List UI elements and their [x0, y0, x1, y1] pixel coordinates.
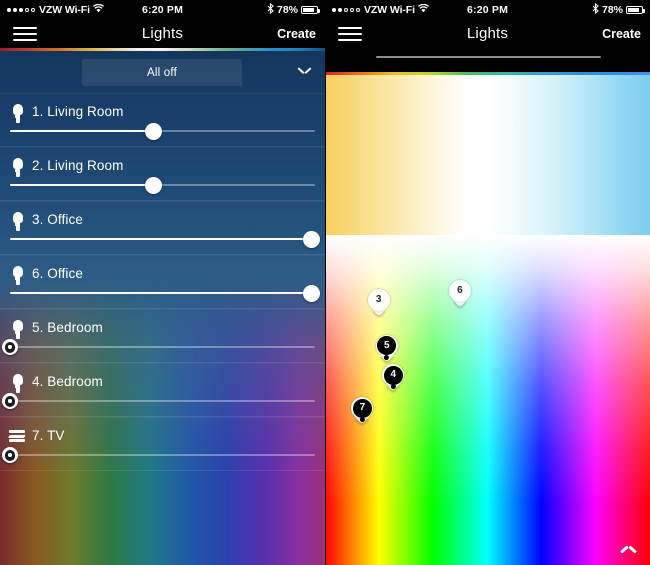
status-bar-right: VZW Wi-Fi 6:20 PM 78% — [325, 0, 650, 20]
light-name-label: 7. TV — [32, 428, 65, 443]
battery-percent-label: 78% — [276, 4, 298, 16]
chevron-down-icon[interactable] — [298, 67, 311, 75]
app-root: VZW Wi-Fi 6:20 PM 78% Lights Create All … — [0, 0, 650, 565]
brightness-slider[interactable] — [10, 230, 321, 248]
marker-label: 5 — [383, 339, 390, 351]
nav-bar-left: Lights Create — [0, 20, 325, 48]
battery-icon — [301, 5, 320, 15]
status-bar-right-group-2: 78% — [592, 0, 645, 20]
hue-saturation-gradient[interactable]: 3 6 5 4 7 — [325, 235, 650, 565]
slider-fill — [10, 130, 154, 133]
brightness-slider[interactable] — [2, 339, 315, 356]
light-row[interactable]: 3. Office — [0, 201, 325, 255]
bulb-icon — [11, 158, 24, 177]
light-name-label: 6. Office — [32, 266, 83, 281]
bulb-icon — [11, 212, 24, 231]
bulb-icon — [11, 104, 24, 123]
light-name-label: 3. Office — [32, 212, 83, 227]
create-button[interactable]: Create — [277, 20, 316, 48]
slider-handle[interactable] — [144, 176, 162, 194]
slider-handle[interactable] — [2, 393, 18, 410]
marker-label: 7 — [359, 402, 366, 414]
light-row[interactable]: 4. Bedroom — [0, 363, 325, 417]
nav-bar-right: Lights Create — [325, 20, 650, 48]
lights-list-container: All off 1. Living Room 2. Living Room 3. O… — [0, 48, 325, 565]
slider-handle[interactable] — [2, 339, 18, 356]
light-name-label: 5. Bedroom — [32, 320, 103, 335]
brightness-slider[interactable] — [2, 393, 315, 410]
bluetooth-icon — [267, 2, 274, 17]
status-bar-right-group: 78% — [267, 0, 320, 20]
screen-divider — [325, 0, 326, 565]
bulb-icon — [11, 374, 24, 393]
battery-percent-label: 78% — [601, 4, 623, 16]
chevron-up-icon[interactable] — [621, 545, 636, 554]
slider-fill — [10, 292, 312, 295]
color-marker[interactable]: 6 — [448, 280, 471, 308]
marker-label: 4 — [390, 369, 397, 381]
battery-icon — [626, 5, 645, 15]
color-marker[interactable]: 7 — [351, 397, 374, 425]
slider-fill — [10, 184, 154, 187]
marker-label: 6 — [457, 285, 463, 297]
slider-handle[interactable] — [303, 230, 321, 248]
marker-label: 3 — [375, 293, 382, 305]
left-phone-screen: VZW Wi-Fi 6:20 PM 78% Lights Create All … — [0, 0, 325, 565]
color-marker[interactable]: 3 — [367, 288, 390, 317]
lightstrip-icon — [8, 430, 26, 443]
bluetooth-icon — [592, 2, 599, 17]
slider-handle[interactable] — [144, 122, 162, 140]
slider-handle[interactable] — [2, 447, 18, 464]
color-picker-container: 3 6 5 4 7 — [325, 48, 650, 565]
light-row[interactable]: 1. Living Room — [0, 93, 325, 147]
brightness-slider[interactable] — [2, 447, 315, 464]
light-row[interactable]: 5. Bedroom — [0, 309, 325, 363]
lights-list: 1. Living Room 2. Living Room 3. Office 6. … — [0, 93, 325, 471]
slider-fill — [10, 238, 312, 241]
light-name-label: 1. Living Room — [32, 104, 124, 119]
light-name-label: 4. Bedroom — [32, 374, 103, 389]
color-marker[interactable]: 4 — [382, 364, 405, 392]
slider-handle[interactable] — [303, 284, 321, 302]
brightness-slider[interactable] — [10, 176, 315, 194]
bulb-icon — [11, 266, 24, 285]
sheet-drag-handle[interactable] — [375, 56, 601, 58]
brightness-slider[interactable] — [10, 284, 321, 302]
status-bar-left: VZW Wi-Fi 6:20 PM 78% — [0, 0, 325, 20]
right-phone-screen: VZW Wi-Fi 6:20 PM 78% Lights Create 3 6 … — [325, 0, 650, 565]
light-row[interactable]: 6. Office — [0, 255, 325, 309]
bulb-icon — [11, 320, 24, 339]
color-marker[interactable]: 5 — [375, 334, 398, 363]
white-balance-gradient[interactable] — [325, 75, 650, 235]
light-name-label: 2. Living Room — [32, 158, 124, 173]
all-off-button[interactable]: All off — [82, 59, 242, 86]
all-off-bar: All off — [0, 51, 325, 93]
light-row[interactable]: 7. TV — [0, 417, 325, 471]
create-button[interactable]: Create — [602, 20, 641, 48]
brightness-slider[interactable] — [10, 122, 315, 140]
light-row[interactable]: 2. Living Room — [0, 147, 325, 201]
